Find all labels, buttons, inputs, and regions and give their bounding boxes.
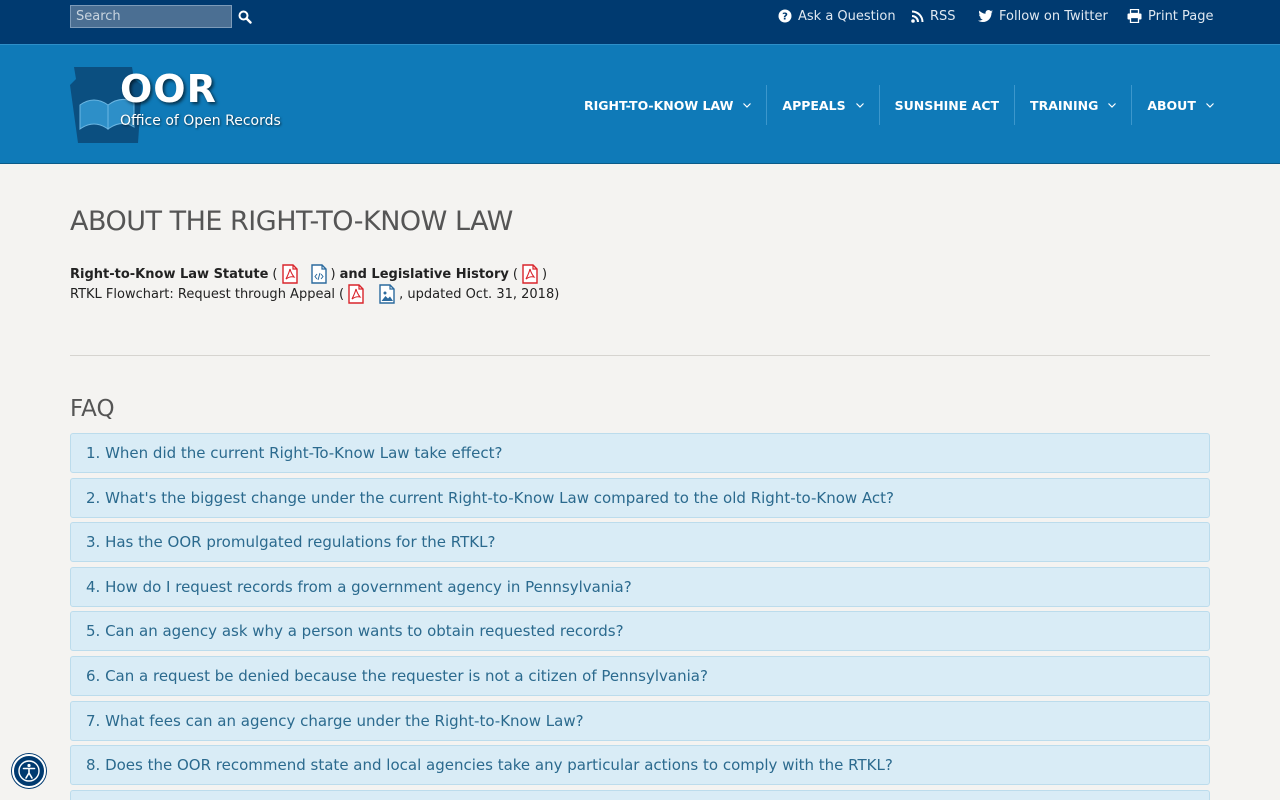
rss-label: RSS (930, 8, 956, 24)
pdf-icon[interactable] (281, 264, 299, 284)
faq-question: 7. What fees can an agency charge under … (86, 711, 584, 730)
print-icon (1127, 9, 1142, 23)
faq-question: 6. Can a request be denied because the r… (86, 666, 708, 685)
utility-bar: ? Ask a Question RSS Follow on Twitter P… (0, 0, 1280, 44)
faq-question: 1. When did the current Right-To-Know La… (86, 444, 503, 462)
paren-open: ( (512, 266, 518, 282)
faq-question: 2. What's the biggest change under the c… (86, 488, 895, 507)
accessibility-button[interactable] (12, 754, 46, 788)
faq-question: 3. Has the OOR promulgated regulations f… (86, 533, 496, 552)
nav-label: ABOUT (1147, 97, 1196, 113)
main-nav: RIGHT-TO-KNOW LAW APPEALS SUNSHINE ACT T… (569, 85, 1229, 125)
twitter-icon (978, 9, 993, 22)
print-page-label: Print Page (1148, 8, 1214, 24)
search-icon[interactable] (238, 10, 252, 24)
svg-text:?: ? (782, 12, 788, 23)
chevron-down-icon (1108, 102, 1117, 108)
nav-label: APPEALS (782, 97, 846, 113)
faq-item[interactable] (70, 789, 1210, 800)
nav-sunshine-act[interactable]: SUNSHINE ACT (878, 85, 1014, 125)
faq-item[interactable]: 2. What's the biggest change under the c… (70, 477, 1210, 518)
nav-label: SUNSHINE ACT (894, 97, 1000, 113)
ask-question-link[interactable]: ? Ask a Question (778, 7, 896, 25)
nav-right-to-know-law[interactable]: RIGHT-TO-KNOW LAW (569, 85, 766, 125)
statute-line: Right-to-Know Law Statute ( ) and Legisl… (70, 264, 547, 284)
code-file-icon[interactable] (310, 264, 328, 284)
faq-item[interactable]: 5. Can an agency ask why a person wants … (70, 611, 1210, 652)
faq-item[interactable]: 4. How do I request records from a gover… (70, 566, 1210, 607)
accessibility-icon (18, 760, 40, 782)
faq-item[interactable]: 7. What fees can an agency charge under … (70, 700, 1210, 741)
site-header: OOR Office of Open Records RIGHT-TO-KNOW… (0, 44, 1280, 164)
nav-label: TRAINING (1030, 97, 1099, 113)
section-divider (70, 355, 1210, 356)
pdf-icon[interactable] (347, 284, 365, 304)
pdf-icon[interactable] (521, 264, 539, 284)
rss-link[interactable]: RSS (911, 7, 956, 25)
legislative-history-label: and Legislative History (339, 266, 509, 282)
logo-subtitle: Office of Open Records (120, 113, 281, 129)
nav-appeals[interactable]: APPEALS (766, 85, 878, 125)
faq-question: 5. Can an agency ask why a person wants … (86, 622, 624, 641)
faq-question: 4. How do I request records from a gover… (86, 577, 632, 596)
question-circle-icon: ? (778, 9, 792, 23)
oor-logo[interactable]: OOR Office of Open Records (70, 65, 290, 147)
twitter-link[interactable]: Follow on Twitter (978, 7, 1108, 25)
rss-icon (911, 10, 924, 23)
ask-question-label: Ask a Question (798, 8, 896, 24)
nav-label: RIGHT-TO-KNOW LAW (584, 97, 734, 113)
paren-close: ) (330, 266, 336, 282)
faq-list: 1. When did the current Right-To-Know La… (70, 433, 1210, 800)
print-page-link[interactable]: Print Page (1127, 7, 1214, 25)
chevron-down-icon (743, 102, 752, 108)
paren-open: ( (272, 266, 278, 282)
faq-item[interactable]: 8. Does the OOR recommend state and loca… (70, 745, 1210, 786)
paren-open: ( (339, 286, 345, 302)
flowchart-label: RTKL Flowchart: Request through Appeal (70, 286, 336, 302)
faq-heading: FAQ (70, 396, 115, 422)
flowchart-updated: , updated Oct. 31, 2018) (399, 286, 560, 302)
nav-training[interactable]: TRAINING (1014, 85, 1131, 125)
faq-item[interactable]: 1. When did the current Right-To-Know La… (70, 433, 1210, 473)
page-title: ABOUT THE RIGHT-TO-KNOW LAW (70, 206, 513, 237)
search-input[interactable] (70, 5, 232, 28)
faq-item[interactable]: 3. Has the OOR promulgated regulations f… (70, 522, 1210, 563)
statute-label: Right-to-Know Law Statute (70, 266, 269, 282)
nav-about[interactable]: ABOUT (1131, 85, 1229, 125)
twitter-label: Follow on Twitter (999, 8, 1108, 24)
faq-item[interactable]: 6. Can a request be denied because the r… (70, 655, 1210, 696)
chevron-down-icon (1205, 102, 1214, 108)
faq-question: 8. Does the OOR recommend state and loca… (86, 756, 893, 775)
flowchart-line: RTKL Flowchart: Request through Appeal (… (70, 284, 559, 304)
paren-close: ) (541, 266, 548, 282)
image-file-icon[interactable] (378, 284, 396, 304)
chevron-down-icon (855, 102, 864, 108)
logo-title: OOR (120, 67, 217, 111)
